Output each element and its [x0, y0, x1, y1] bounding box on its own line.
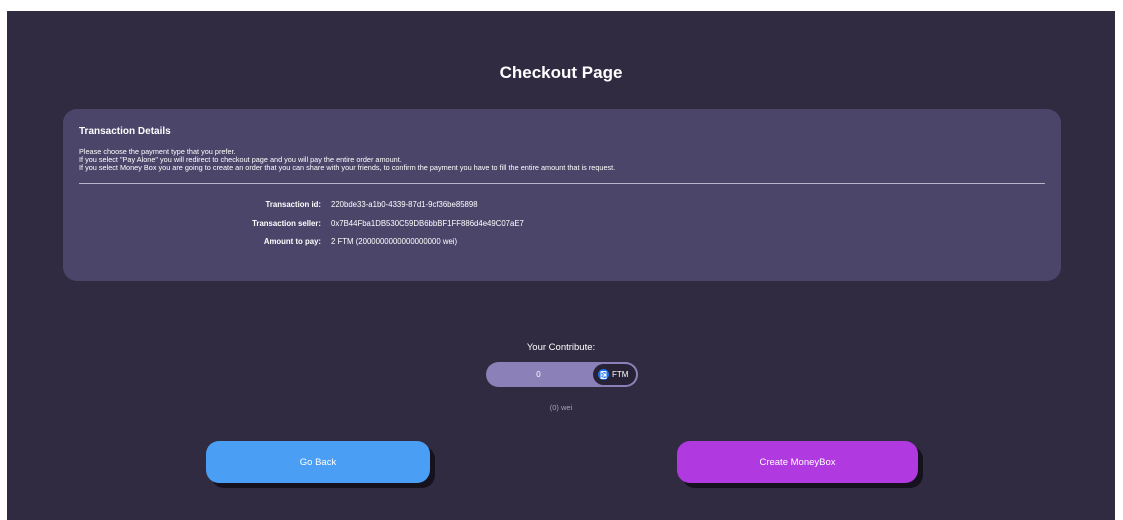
divider [79, 183, 1045, 184]
token-label: FTM [612, 370, 629, 379]
card-title: Transaction Details [79, 126, 171, 137]
transaction-seller-value: 0x7B44Fba1DB530C59DB6bbBF1FF886d4e49C07a… [331, 219, 524, 228]
page-title: Checkout Page [499, 63, 623, 82]
detail-row-amount: Amount to pay: 2 FTM (200000000000000000… [63, 236, 1061, 248]
contribute-input[interactable] [486, 362, 591, 387]
detail-row-transaction-id: Transaction id: 220bde33-a1b0-4339-87d1-… [63, 199, 1061, 211]
detail-label: Transaction seller: [252, 219, 321, 228]
detail-label: Transaction id: [265, 200, 321, 209]
payment-instructions: Please choose the payment type that you … [79, 148, 1049, 172]
detail-row-transaction-seller: Transaction seller: 0x7B44Fba1DB530C59DB… [63, 218, 1061, 230]
go-back-button[interactable]: Go Back [206, 441, 430, 483]
token-selector[interactable]: FTM [593, 364, 636, 385]
fantom-icon [598, 369, 609, 380]
contribute-field: FTM [486, 362, 638, 387]
detail-label: Amount to pay: [263, 237, 321, 246]
contribute-label: Your Contribute: [526, 342, 596, 353]
create-moneybox-button[interactable]: Create MoneyBox [677, 441, 918, 483]
transaction-details-card: Transaction Details Please choose the pa… [63, 109, 1061, 281]
instruction-line: If you select Money Box you are going to… [79, 163, 616, 172]
wei-amount: (0) wei [549, 403, 573, 412]
checkout-app: Checkout Page Transaction Details Please… [7, 11, 1115, 520]
transaction-id-value: 220bde33-a1b0-4339-87d1-9cf36be85898 [331, 200, 478, 209]
amount-value: 2 FTM (2000000000000000000 wei) [331, 237, 458, 246]
